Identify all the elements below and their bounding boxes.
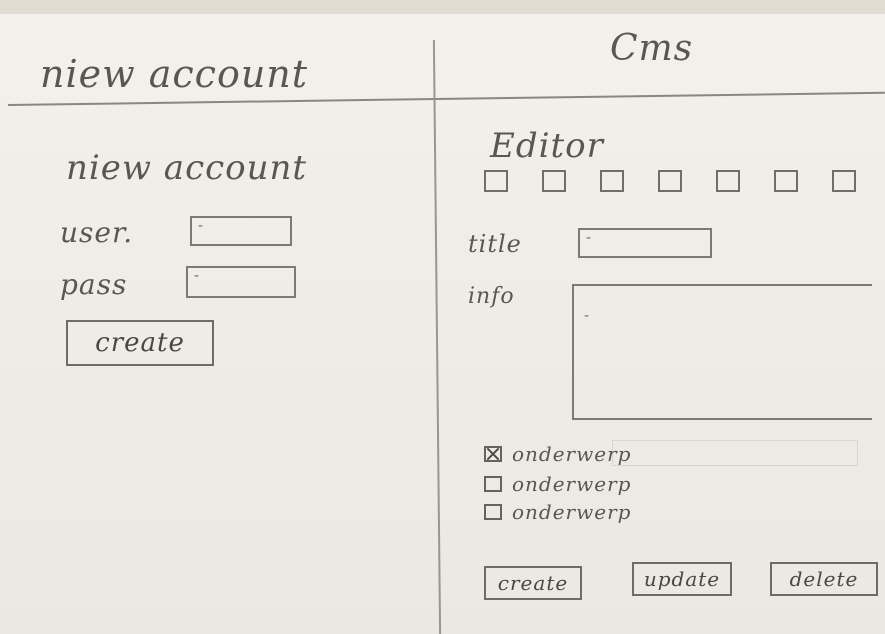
info-value: - — [584, 308, 590, 324]
header-left-title: niew account — [40, 52, 309, 96]
toolbar-button-2[interactable] — [542, 170, 566, 192]
pass-input[interactable]: - — [186, 266, 296, 298]
toolbar-button-3[interactable] — [600, 170, 624, 192]
new-account-heading: niew account — [66, 148, 308, 188]
title-input[interactable]: - — [578, 228, 712, 258]
toolbar-button-4[interactable] — [658, 170, 682, 192]
subject-label-1: onderwerp — [512, 442, 632, 466]
header-right-title: Cms — [610, 28, 694, 69]
toolbar-button-7[interactable] — [832, 170, 856, 192]
toolbar-button-5[interactable] — [716, 170, 740, 192]
subject-row-3[interactable]: onderwerp — [484, 500, 631, 524]
subject-checkbox-1[interactable] — [484, 446, 502, 462]
create-account-button[interactable]: create — [66, 320, 214, 366]
toolbar-button-1[interactable] — [484, 170, 508, 192]
editor-create-button[interactable]: create — [484, 566, 582, 600]
pass-label: pass — [60, 268, 128, 301]
title-label: title — [468, 230, 522, 258]
info-textarea[interactable]: - — [572, 284, 872, 420]
editor-delete-button[interactable]: delete — [770, 562, 878, 596]
faint-trace — [612, 440, 858, 466]
subject-label-2: onderwerp — [512, 472, 632, 496]
editor-update-button[interactable]: update — [632, 562, 732, 596]
info-label: info — [468, 284, 515, 309]
user-input[interactable]: - — [190, 216, 292, 246]
subject-row-2[interactable]: onderwerp — [484, 472, 631, 496]
top-edge — [0, 0, 885, 14]
subject-checkbox-3[interactable] — [484, 504, 502, 520]
user-label: user. — [60, 216, 134, 249]
subject-checkbox-2[interactable] — [484, 476, 502, 492]
editor-toolbar — [484, 170, 856, 192]
subject-row-1[interactable]: onderwerp — [484, 442, 631, 466]
editor-heading: Editor — [490, 126, 604, 166]
toolbar-button-6[interactable] — [774, 170, 798, 192]
subject-label-3: onderwerp — [512, 500, 632, 524]
